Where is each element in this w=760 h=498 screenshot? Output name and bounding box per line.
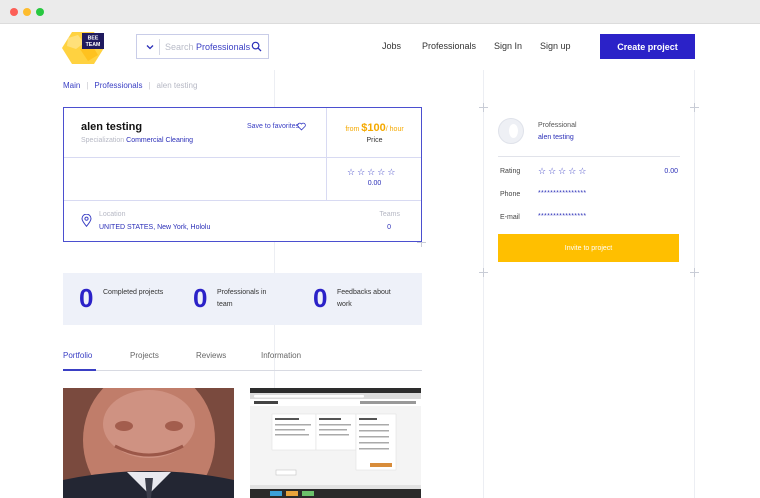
tab-projects[interactable]: Projects: [130, 351, 159, 360]
location-label: Location: [99, 211, 126, 218]
completed-projects-count: 0: [79, 283, 94, 313]
breadcrumb-divider: |: [148, 81, 151, 90]
tab-information[interactable]: Information: [261, 351, 301, 360]
phone-label: Phone: [500, 191, 521, 198]
portfolio-image-screenshot[interactable]: [250, 388, 421, 498]
professionals-in-team-label: Professionals in team: [217, 289, 267, 308]
nav-jobs[interactable]: Jobs: [382, 41, 401, 51]
email-value: ****************: [538, 213, 587, 220]
search-scope: Professionals: [196, 42, 251, 52]
rating-label: Rating: [500, 168, 521, 175]
plus-decoration-icon: [690, 268, 699, 277]
breadcrumb-current: alen testing: [156, 81, 198, 90]
professionals-in-team-count: 0: [193, 283, 208, 313]
rating-value: 0.00: [367, 180, 382, 187]
star-icon: ☆: [347, 167, 356, 177]
star-icon: ☆: [367, 167, 376, 177]
stats-panel: 0 Completed projects 0 Professionals in …: [63, 273, 422, 325]
save-to-favorites-link[interactable]: Save to favorites: [247, 123, 299, 130]
star-icon: ☆: [578, 166, 587, 176]
star-icon: ☆: [377, 167, 386, 177]
phone-value: ****************: [538, 190, 587, 197]
avatar: [498, 118, 524, 144]
rating-stars: ☆ ☆ ☆ ☆ ☆: [347, 168, 395, 177]
breadcrumb-divider: |: [86, 81, 89, 90]
grid-line: [483, 70, 484, 498]
grid-line: [694, 70, 695, 498]
breadcrumb: Main | Professionals | alen testing: [63, 81, 197, 90]
minimize-window-button[interactable]: [23, 8, 31, 16]
specialization: Specialization Commercial Cleaning: [81, 137, 193, 144]
create-project-button[interactable]: Create project: [600, 34, 695, 59]
price: from $100/ hour: [327, 122, 422, 134]
location-value: UNITED STATES, New York, Hololu: [99, 224, 211, 231]
heart-icon[interactable]: [297, 122, 306, 131]
star-icon: ☆: [548, 166, 557, 176]
price-from: from: [345, 126, 360, 133]
location-pin-icon: [81, 214, 92, 227]
logo-text-team: TEAM: [86, 42, 101, 48]
breadcrumb-professionals[interactable]: Professionals: [94, 81, 142, 90]
sidebar-divider: [498, 156, 680, 157]
star-icon: ☆: [538, 166, 547, 176]
chevron-down-icon[interactable]: [145, 42, 155, 52]
price-label: Price: [366, 137, 383, 144]
page: BEE TEAM Search Professionals Jobs Profe…: [0, 24, 760, 498]
professional-role: Professional: [538, 122, 577, 129]
maximize-window-button[interactable]: [36, 8, 44, 16]
invite-to-project-button[interactable]: Invite to project: [498, 234, 679, 262]
email-label: E-mail: [500, 214, 520, 221]
star-icon: ☆: [387, 167, 396, 177]
active-tab-indicator: [63, 369, 96, 371]
plus-decoration-icon: [690, 103, 699, 112]
profile-tabs: Portfolio Projects Reviews Information: [63, 344, 422, 371]
profile-name: alen testing: [81, 121, 143, 133]
nav-sign-up[interactable]: Sign up: [540, 41, 571, 51]
specialization-value[interactable]: Commercial Cleaning: [126, 137, 193, 144]
star-icon: ☆: [568, 166, 577, 176]
teams-label: Teams: [379, 211, 400, 218]
tab-reviews[interactable]: Reviews: [196, 351, 226, 360]
profile-card: alen testing Specialization Commercial C…: [63, 107, 422, 242]
search-placeholder: Search: [165, 42, 194, 52]
breadcrumb-main[interactable]: Main: [63, 81, 80, 90]
logo-text-bee: BEE: [88, 36, 99, 42]
specialization-label: Specialization: [81, 137, 125, 144]
search-icon[interactable]: [251, 41, 262, 52]
portfolio-image-portrait[interactable]: [63, 388, 234, 498]
plus-decoration-icon: [479, 103, 488, 112]
tab-portfolio[interactable]: Portfolio: [63, 351, 92, 360]
price-value: $100: [361, 122, 386, 134]
card-divider: [64, 200, 421, 201]
portrait-photo: [63, 388, 234, 498]
site-header: BEE TEAM Search Professionals Jobs Profe…: [0, 24, 760, 70]
close-window-button[interactable]: [10, 8, 18, 16]
search-bar[interactable]: Search Professionals: [136, 34, 269, 59]
sidebar-rating-stars: ☆ ☆ ☆ ☆ ☆: [538, 167, 586, 176]
nav-professionals[interactable]: Professionals: [422, 41, 476, 51]
star-icon: ☆: [357, 167, 366, 177]
search-input[interactable]: Search Professionals: [165, 42, 250, 52]
completed-projects-label: Completed projects: [103, 289, 164, 296]
browser-titlebar: [0, 0, 760, 24]
avatar-placeholder: [509, 124, 518, 138]
card-divider: [64, 157, 421, 158]
star-icon: ☆: [558, 166, 567, 176]
bee-team-logo[interactable]: BEE TEAM: [62, 31, 104, 65]
divider: [159, 39, 160, 55]
teams-value: 0: [387, 224, 391, 231]
price-unit: / hour: [385, 126, 404, 133]
nav-sign-in[interactable]: Sign In: [494, 41, 522, 51]
professional-name-link[interactable]: alen testing: [538, 134, 574, 141]
screenshot-thumbnail: [250, 388, 421, 498]
plus-decoration-icon: [479, 268, 488, 277]
feedbacks-count: 0: [313, 283, 328, 313]
feedbacks-label: Feedbacks about work: [337, 289, 391, 308]
sidebar-rating-value: 0.00: [664, 168, 678, 175]
